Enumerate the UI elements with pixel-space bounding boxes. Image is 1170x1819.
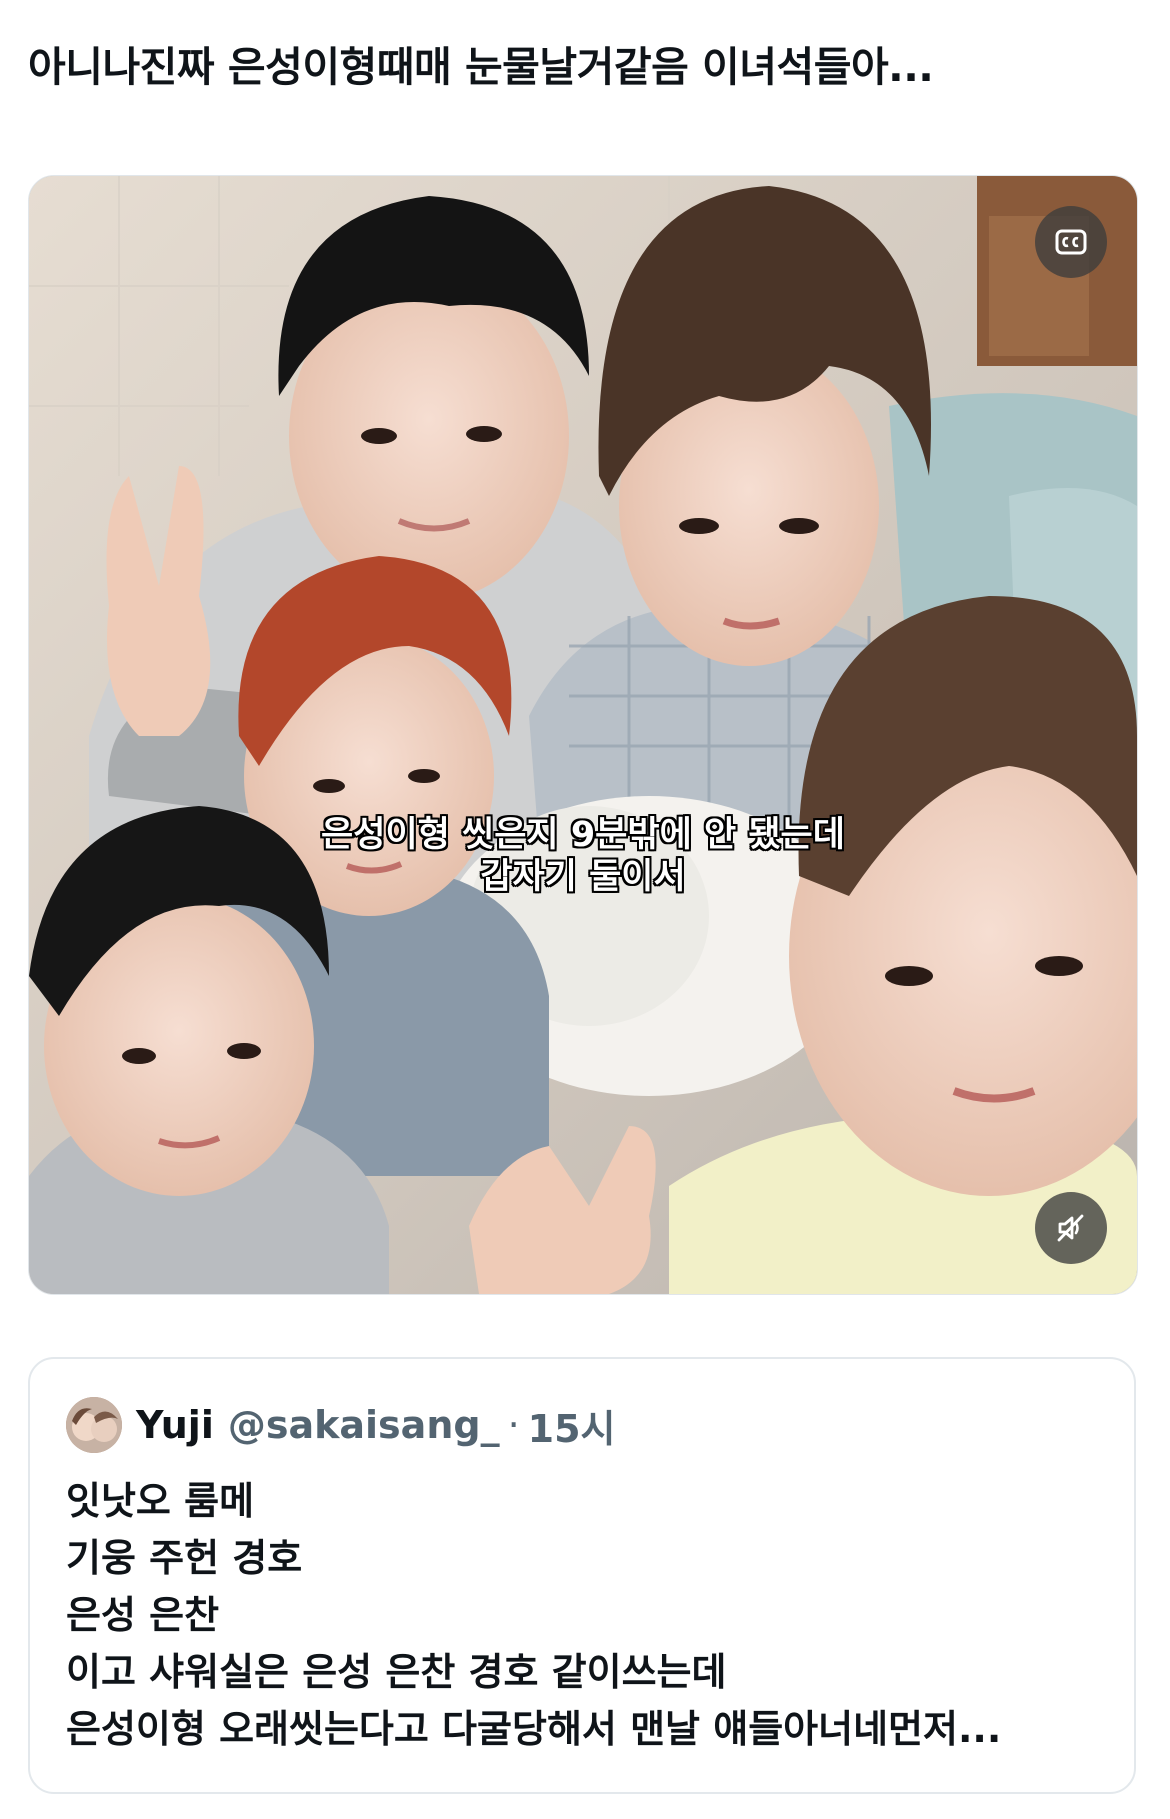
unmute-button[interactable] — [1035, 1192, 1107, 1264]
quote-line: 은성이형 오래씻는다고 다굴당해서 맨날 얘들아너네먼저... — [66, 1707, 1002, 1751]
subtitle-line-2: 갑자기 둘이서 — [480, 857, 686, 897]
quoted-post-text: 잇낫오 룸메 기웅 주헌 경호 은성 은찬 이고 샤워실은 은성 은찬 경호 같… — [66, 1473, 1106, 1758]
quoted-post-header: Yuji @sakaisang_ · 15시 — [66, 1395, 616, 1455]
speaker-muted-icon — [1057, 1214, 1084, 1242]
closed-captions-button[interactable] — [1035, 206, 1107, 278]
subtitle-line-1: 은성이형 씻은지 9분밖에 안 됐는데 — [321, 815, 845, 855]
quote-line: 은성 은찬 — [66, 1593, 220, 1637]
quote-line: 잇낫오 룸메 — [66, 1479, 255, 1523]
display-name[interactable]: Yuji — [136, 1403, 214, 1447]
closed-captions-icon — [1055, 229, 1087, 255]
post-text: 아니나진짜 은성이형때매 눈물날거같음 이녀석들아... — [28, 43, 934, 91]
quote-line: 기웅 주헌 경호 — [66, 1536, 303, 1580]
user-handle[interactable]: @sakaisang_ — [228, 1403, 500, 1447]
video-subtitle: 은성이형 씻은지 9분밖에 안 됐는데 갑자기 둘이서 — [29, 814, 1137, 898]
avatar[interactable] — [66, 1397, 122, 1453]
quoted-post[interactable]: Yuji @sakaisang_ · 15시 잇낫오 룸메 기웅 주헌 경호 은… — [28, 1357, 1136, 1794]
separator-dot: · — [507, 1403, 520, 1447]
video-frame — [29, 176, 1137, 1294]
video-player[interactable]: 은성이형 씻은지 9분밖에 안 됐는데 갑자기 둘이서 — [28, 175, 1138, 1295]
timestamp[interactable]: 15시 — [528, 1398, 616, 1453]
quote-line: 이고 샤워실은 은성 은찬 경호 같이쓰는데 — [66, 1650, 727, 1694]
